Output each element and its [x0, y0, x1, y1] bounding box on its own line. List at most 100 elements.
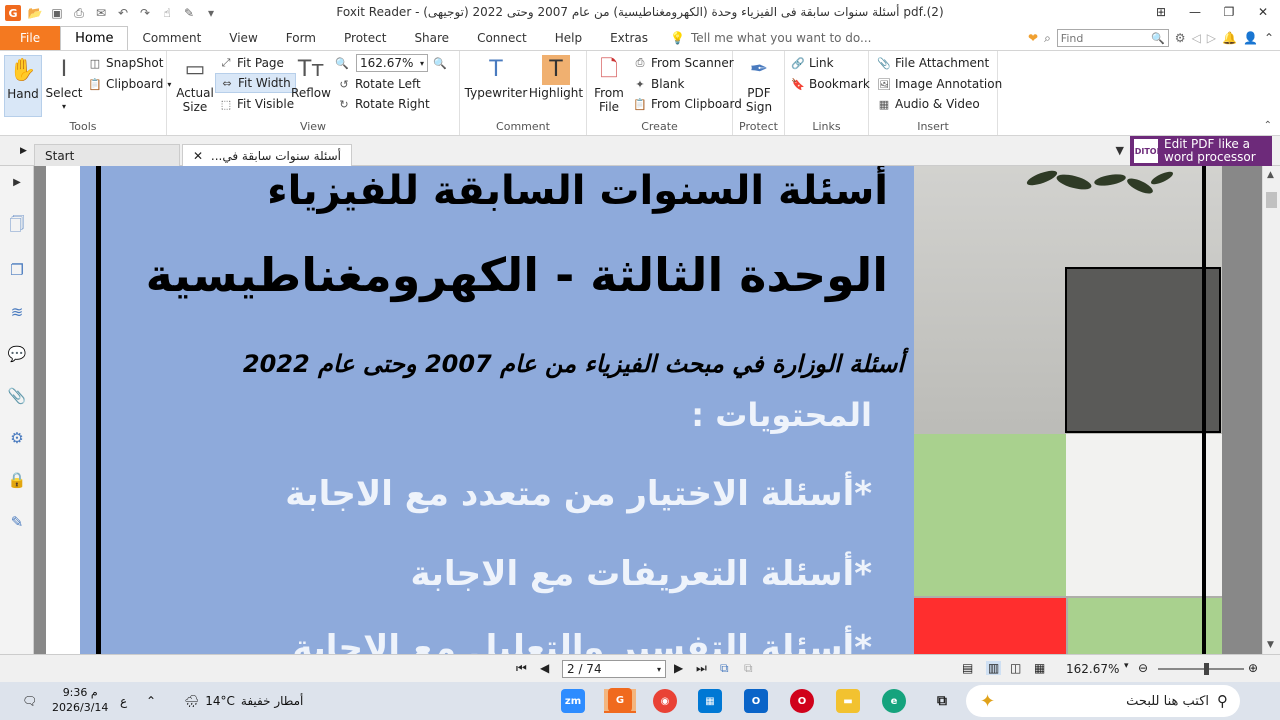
continuous-facing-icon[interactable]: ▦ [1034, 661, 1045, 675]
tab-form[interactable]: Form [272, 26, 330, 50]
hand-button[interactable]: ✋ Hand [4, 55, 42, 117]
expand-panel-icon[interactable]: ▶ [7, 172, 27, 192]
tab-extras[interactable]: Extras [596, 26, 662, 50]
blank-button[interactable]: ✦ Blank [633, 74, 684, 94]
prev-result-icon[interactable]: ◁ [1192, 31, 1201, 45]
audio-video-button[interactable]: ▦ Audio & Video [877, 94, 980, 114]
tab-list-dropdown-icon[interactable]: ▼ [1116, 144, 1124, 157]
minimize-icon[interactable]: — [1178, 0, 1212, 24]
tab-home[interactable]: Home [60, 26, 129, 50]
open-icon[interactable]: 📂 [27, 5, 43, 21]
clipboard-button[interactable]: 📋 Clipboard ▾ [88, 74, 171, 94]
close-icon[interactable]: ✕ [1246, 0, 1280, 24]
close-tab-icon[interactable]: ✕ [193, 149, 203, 163]
layers-icon[interactable]: ≋ [7, 302, 27, 322]
scroll-down-icon[interactable]: ▼ [1267, 640, 1274, 650]
pen-icon[interactable]: ✎ [181, 5, 197, 21]
tab-help[interactable]: Help [541, 26, 596, 50]
panel-toggle-icon[interactable]: ▶ [20, 146, 27, 156]
link-button[interactable]: 🔗 Link [791, 53, 833, 73]
fit-page-button[interactable]: ⤢ Fit Page [219, 53, 284, 73]
next-view-icon[interactable]: ⧉ [744, 661, 753, 676]
document-view[interactable]: أسئلة السنوات السابقة للفيزياء الوحدة ال… [34, 166, 1262, 654]
tab-share[interactable]: Share [400, 26, 463, 50]
scroll-up-icon[interactable]: ▲ [1267, 170, 1274, 180]
tab-comment[interactable]: Comment [128, 26, 215, 50]
highlight-button[interactable]: T Highlight [529, 55, 583, 100]
redo-icon[interactable]: ↷ [137, 5, 153, 21]
image-annotation-button[interactable]: 🖼 Image Annotation [877, 74, 1002, 94]
previous-page-icon[interactable]: ◀ [540, 661, 549, 675]
input-language[interactable]: ع [120, 689, 127, 713]
zoom-out-circle-icon[interactable]: ⊖ [1138, 661, 1148, 675]
collapse-ribbon-icon[interactable]: ⌃ [1264, 120, 1272, 131]
from-file-button[interactable]: 🗋 From File [593, 55, 625, 115]
tray-overflow-icon[interactable]: ⌃ [146, 689, 156, 713]
from-clipboard-button[interactable]: 📋 From Clipboard [633, 94, 742, 114]
bookmark-button[interactable]: 🔖 Bookmark [791, 74, 870, 94]
print-icon[interactable]: ⎙ [71, 5, 87, 21]
collapse-ribbon-icon[interactable]: ⌃ [1264, 31, 1274, 45]
folder-search-icon[interactable]: ⌕ [1044, 31, 1051, 46]
save-icon[interactable]: ▣ [49, 5, 65, 21]
select-button[interactable]: Ⅰ Select ▾ [44, 55, 84, 114]
zoom-in-icon[interactable]: 🔍 [433, 53, 447, 73]
file-attachment-button[interactable]: 📎 File Attachment [877, 53, 989, 73]
zoom-in-circle-icon[interactable]: ⊕ [1248, 661, 1258, 675]
pages-icon[interactable]: ❐ [7, 260, 27, 280]
facing-page-icon[interactable]: ◫ [1010, 661, 1021, 675]
notification-bell-icon[interactable]: 🔔 [1222, 31, 1237, 45]
hand-tool-icon[interactable]: ☝ [159, 5, 175, 21]
edge-app[interactable]: e [882, 689, 906, 713]
zoom-out-icon[interactable]: 🔍 [335, 53, 349, 73]
from-scanner-button[interactable]: ⎙ From Scanner [633, 53, 734, 73]
zoom-app[interactable]: zm [561, 689, 585, 713]
reflow-button[interactable]: Tᴛ Reflow [291, 55, 331, 101]
zoom-level[interactable]: 162.67% [1066, 662, 1119, 676]
search-icon[interactable]: 🔍 [1151, 32, 1165, 45]
user-icon[interactable]: 👤 [1243, 31, 1258, 45]
weather-widget[interactable]: 🌧 14°C أمطار خفيفة [184, 689, 303, 713]
first-page-icon[interactable]: ⏮ [516, 661, 527, 676]
next-result-icon[interactable]: ▷ [1207, 31, 1216, 45]
zoom-select[interactable]: 162.67% ▾ [356, 54, 428, 72]
tell-me-search[interactable]: 💡 Tell me what you want to do... [662, 26, 872, 50]
zoom-menu-icon[interactable]: ▾ [1124, 661, 1129, 671]
opera-app[interactable]: O [790, 689, 814, 713]
chrome-app[interactable]: ◉ [653, 689, 677, 713]
tab-current-document[interactable]: أسئلة سنوات سابقة في... ✕ [182, 144, 352, 166]
ribbon-options-icon[interactable]: ⊞ [1144, 0, 1178, 24]
next-page-icon[interactable]: ▶ [674, 661, 683, 675]
dropdown-icon[interactable]: ▾ [203, 5, 219, 21]
restore-icon[interactable]: ❐ [1212, 0, 1246, 24]
edit-pdf-promo[interactable]: EDITOR Edit PDF like a word processor [1129, 136, 1272, 166]
tab-connect[interactable]: Connect [463, 26, 541, 50]
page-thumbnails-icon[interactable]: 🗍 [7, 215, 27, 236]
rotate-left-button[interactable]: ↺ Rotate Left [337, 74, 420, 94]
taskbar-search-box[interactable]: ⚲ اكتب هنا للبحث ✦ [966, 685, 1240, 717]
taskview-app[interactable]: ⧉ [930, 689, 954, 713]
signature-icon[interactable]: ⚙ [7, 428, 27, 448]
rotate-right-button[interactable]: ↻ Rotate Right [337, 94, 429, 114]
tab-start[interactable]: Start [34, 144, 180, 166]
pen-search-icon[interactable]: ✎ [7, 512, 27, 532]
page-number-input[interactable]: 2 / 74 ▾ [562, 660, 666, 678]
find-input[interactable]: Find 🔍 [1056, 29, 1169, 47]
outlook-app[interactable]: O [744, 689, 768, 713]
settings-icon[interactable]: ⚙ [1175, 31, 1186, 45]
email-icon[interactable]: ✉ [93, 5, 109, 21]
clock[interactable]: 9:36 م 2026/3/14 [52, 685, 108, 715]
tab-file[interactable]: File [0, 26, 61, 50]
previous-view-icon[interactable]: ⧉ [720, 661, 729, 676]
scrollbar-thumb[interactable] [1266, 192, 1277, 208]
fit-width-button[interactable]: ⇔ Fit Width [215, 73, 296, 93]
snapshot-button[interactable]: ◫ SnapShot [88, 53, 164, 73]
foxit-app[interactable]: G [604, 688, 636, 713]
notification-center-icon[interactable]: 🗨 [22, 689, 37, 713]
zoom-slider-track[interactable] [1158, 668, 1244, 670]
actual-size-button[interactable]: ▭ Actual Size [176, 55, 214, 115]
store-app[interactable]: ▦ [698, 689, 722, 713]
heart-icon[interactable]: ❤ [1028, 31, 1038, 45]
zoom-slider-thumb[interactable] [1204, 663, 1209, 675]
vertical-scrollbar[interactable]: ▲ ▼ [1262, 166, 1280, 654]
